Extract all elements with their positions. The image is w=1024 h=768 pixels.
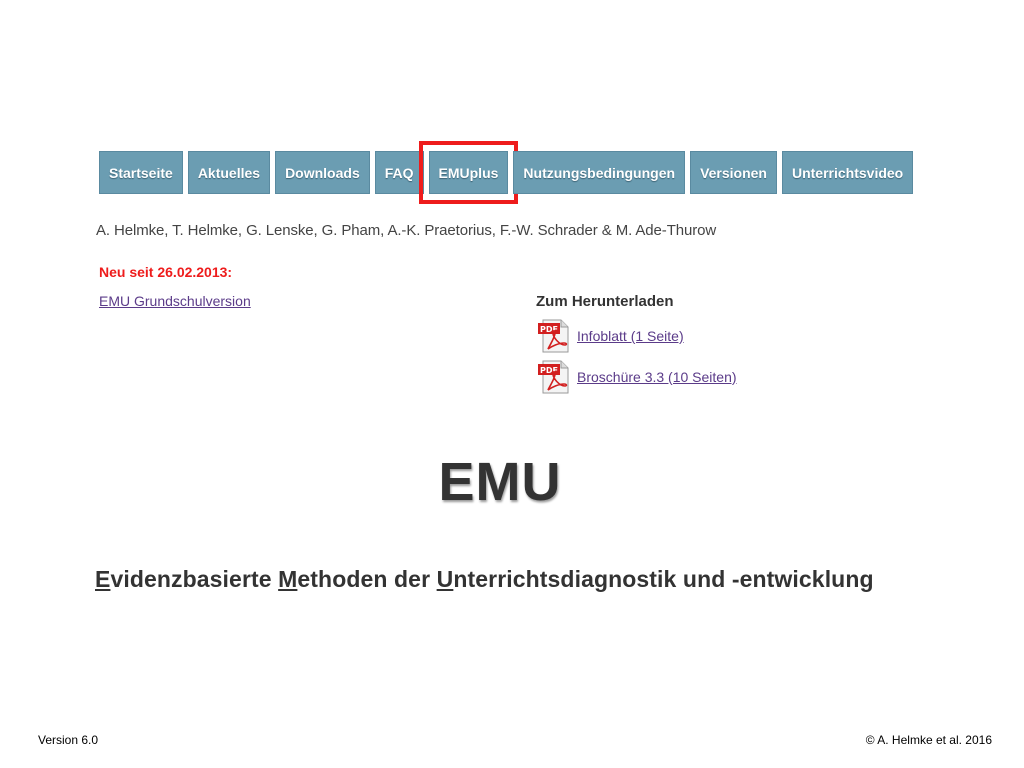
nav-item-faq[interactable]: FAQ xyxy=(374,151,424,194)
footer-copyright: © A. Helmke et al. 2016 xyxy=(865,733,992,747)
subtitle-part: nterrichtsdiagnostik und -entwicklung xyxy=(453,566,874,592)
pdf-icon[interactable]: PDF xyxy=(537,360,571,394)
subtitle-part: videnzbasierte xyxy=(110,566,279,592)
subtitle-initial-e: E xyxy=(95,566,111,592)
emu-subtitle: Evidenzbasierte Methoden der Unterrichts… xyxy=(95,566,874,593)
subtitle-initial-u: U xyxy=(436,566,454,592)
download-item-infoblatt: PDF Infoblatt (1 Seite) xyxy=(537,319,684,353)
nav-item-emuplus[interactable]: EMUplus xyxy=(418,141,519,204)
broschuere-link[interactable]: Broschüre 3.3 (10 Seiten) xyxy=(577,369,737,385)
grundschulversion-link[interactable]: EMU Grundschulversion xyxy=(99,293,251,309)
main-nav: Startseite Aktuelles Downloads FAQ EMUpl… xyxy=(99,141,914,204)
nav-item-startseite[interactable]: Startseite xyxy=(99,151,183,194)
infoblatt-link[interactable]: Infoblatt (1 Seite) xyxy=(577,328,684,344)
downloads-heading: Zum Herunterladen xyxy=(536,293,674,310)
nav-item-versionen[interactable]: Versionen xyxy=(690,151,777,194)
news-label: Neu seit 26.02.2013: xyxy=(99,264,233,280)
subtitle-part: ethoden der xyxy=(297,566,437,592)
nav-item-nutzungsbedingungen[interactable]: Nutzungsbedingungen xyxy=(513,151,686,194)
nav-item-unterrichtsvideo[interactable]: Unterrichtsvideo xyxy=(781,151,914,194)
subtitle-initial-m: M xyxy=(278,566,298,592)
nav-item-downloads[interactable]: Downloads xyxy=(275,151,370,194)
emu-title: EMU xyxy=(438,452,562,512)
authors-line: A. Helmke, T. Helmke, G. Lenske, G. Pham… xyxy=(96,222,717,239)
footer-version: Version 6.0 xyxy=(38,733,99,747)
nav-item-aktuelles[interactable]: Aktuelles xyxy=(187,151,271,194)
pdf-icon[interactable]: PDF xyxy=(537,319,571,353)
download-item-broschuere: PDF Broschüre 3.3 (10 Seiten) xyxy=(537,360,737,394)
